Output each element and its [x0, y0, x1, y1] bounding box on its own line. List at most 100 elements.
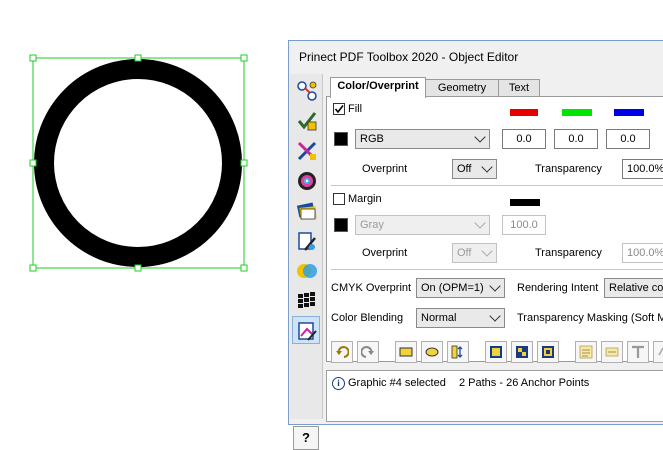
selection-handle[interactable]: [240, 264, 248, 272]
status-message: Graphic #4 selected: [348, 377, 446, 389]
chevron-down-icon: [489, 280, 501, 292]
fill-red-input[interactable]: 0.0: [502, 129, 546, 149]
gray-channel-bar: [510, 199, 540, 206]
section-divider: [331, 269, 663, 270]
color-blending-select[interactable]: Normal: [416, 308, 505, 328]
properties-panel: Color/Overprint Geometry Text Fill RGB 0…: [326, 76, 663, 366]
cmyk-overprint-value: On (OPM=1): [421, 282, 484, 294]
tool-color-convert-icon[interactable]: [292, 136, 320, 164]
chevron-down-icon: [481, 245, 493, 257]
chevron-down-icon: [474, 217, 486, 229]
rendering-intent-label: Rendering Intent: [517, 282, 599, 294]
selection-handle[interactable]: [134, 54, 142, 62]
tab-color-overprint[interactable]: Color/Overprint: [330, 77, 426, 98]
margin-label: Margin: [348, 193, 382, 205]
text-line-icon: [605, 347, 619, 357]
color-blending-label: Color Blending: [331, 312, 404, 324]
cmyk-overprint-select[interactable]: On (OPM=1): [416, 278, 505, 298]
selection-handle[interactable]: [240, 54, 248, 62]
title-bar[interactable]: Prinect PDF Toolbox 2020 - Object Editor: [289, 41, 663, 74]
margin-color-space-select[interactable]: Gray: [355, 215, 490, 235]
status-area: i Graphic #4 selected 2 Paths - 26 Ancho…: [326, 370, 663, 422]
tool-flow-icon[interactable]: [292, 76, 320, 104]
tab-text[interactable]: Text: [498, 79, 540, 97]
tool-color-wheel-icon[interactable]: [292, 166, 320, 194]
help-button[interactable]: ?: [293, 426, 319, 450]
ellipse-icon: [425, 347, 439, 357]
tool-grid-icon[interactable]: [292, 286, 320, 314]
more-tools-icon: [658, 347, 663, 356]
ring-graphic[interactable]: [34, 59, 242, 267]
margin-overprint-select[interactable]: Off: [452, 243, 497, 263]
margin-overprint-value: Off: [457, 247, 472, 259]
object-editor-window: Prinect PDF Toolbox 2020 - Object Editor: [288, 40, 663, 450]
margin-overprint-label: Overprint: [362, 247, 408, 259]
redo-icon: [361, 346, 374, 358]
fill-transparency-label: Transparency: [535, 163, 602, 175]
tab-geometry[interactable]: Geometry: [425, 79, 499, 97]
tool-object-editor-icon[interactable]: [292, 316, 320, 344]
text-block-button[interactable]: [575, 341, 597, 363]
margin-checkbox[interactable]: [333, 193, 345, 205]
selection-handle[interactable]: [29, 159, 37, 167]
margin-transparency-label: Transparency: [535, 247, 602, 259]
cmyk-overprint-label: CMYK Overprint: [331, 282, 412, 294]
fill-color-space-value: RGB: [360, 133, 384, 145]
text-tool-icon: [632, 345, 644, 358]
selection-handle[interactable]: [240, 159, 248, 167]
tool-preflight-check-icon[interactable]: [292, 106, 320, 134]
checkmark-icon: [334, 105, 344, 114]
fill-overprint-label: Overprint: [362, 163, 408, 175]
chevron-down-icon: [481, 161, 493, 173]
selection-handle[interactable]: [29, 54, 37, 62]
undo-button[interactable]: [331, 341, 353, 363]
rectangle-tool-button[interactable]: [395, 341, 417, 363]
text-block-icon: [579, 345, 593, 359]
align-tool-button[interactable]: [447, 341, 469, 363]
text-tool-button[interactable]: [627, 341, 649, 363]
blue-channel-bar: [614, 109, 644, 116]
ungroup-icon: [516, 346, 528, 358]
margin-transparency-input[interactable]: 100.0%: [622, 243, 663, 263]
arrange-tool-button[interactable]: [537, 341, 559, 363]
margin-color-swatch[interactable]: [334, 218, 348, 232]
undo-icon: [336, 346, 349, 358]
redo-button[interactable]: [357, 341, 379, 363]
tool-overprint-icon[interactable]: [292, 256, 320, 284]
ellipse-tool-button[interactable]: [421, 341, 443, 363]
fill-overprint-value: Off: [457, 163, 472, 175]
selection-handle[interactable]: [29, 264, 37, 272]
action-toolbar: [326, 341, 663, 367]
selection-handle[interactable]: [134, 264, 142, 272]
green-channel-bar: [562, 109, 592, 116]
group-tool-button[interactable]: [485, 341, 507, 363]
status-details: 2 Paths - 26 Anchor Points: [459, 377, 590, 389]
text-line-button[interactable]: [601, 341, 623, 363]
tool-edit-object-icon[interactable]: [292, 226, 320, 254]
align-icon: [451, 345, 463, 359]
rendering-intent-select[interactable]: Relative col: [604, 278, 663, 298]
more-tools-button[interactable]: [653, 341, 663, 363]
fill-overprint-select[interactable]: Off: [452, 159, 497, 179]
arrange-icon: [542, 346, 554, 358]
fill-transparency-input[interactable]: 100.0%: [622, 159, 663, 179]
document-canvas[interactable]: [0, 0, 290, 420]
margin-color-space-value: Gray: [360, 219, 384, 231]
transparency-masking-label: Transparency Masking (Soft M: [517, 312, 663, 324]
red-channel-bar: [510, 109, 538, 116]
chevron-down-icon: [474, 131, 486, 143]
group-icon: [490, 346, 502, 358]
ungroup-tool-button[interactable]: [511, 341, 533, 363]
rectangle-icon: [399, 347, 413, 357]
tab-body: Fill RGB 0.0 0.0 0.0 Overprint Off Trans…: [326, 96, 663, 362]
rendering-intent-value: Relative col: [609, 282, 663, 294]
color-blending-value: Normal: [421, 312, 457, 324]
fill-color-swatch[interactable]: [334, 132, 348, 146]
fill-checkbox[interactable]: [333, 103, 345, 115]
margin-gray-input[interactable]: 100.0: [502, 215, 546, 235]
tool-pages-icon[interactable]: [292, 196, 320, 224]
fill-green-input[interactable]: 0.0: [554, 129, 598, 149]
window-title: Prinect PDF Toolbox 2020 - Object Editor: [299, 50, 519, 64]
fill-blue-input[interactable]: 0.0: [606, 129, 650, 149]
fill-color-space-select[interactable]: RGB: [355, 129, 490, 149]
